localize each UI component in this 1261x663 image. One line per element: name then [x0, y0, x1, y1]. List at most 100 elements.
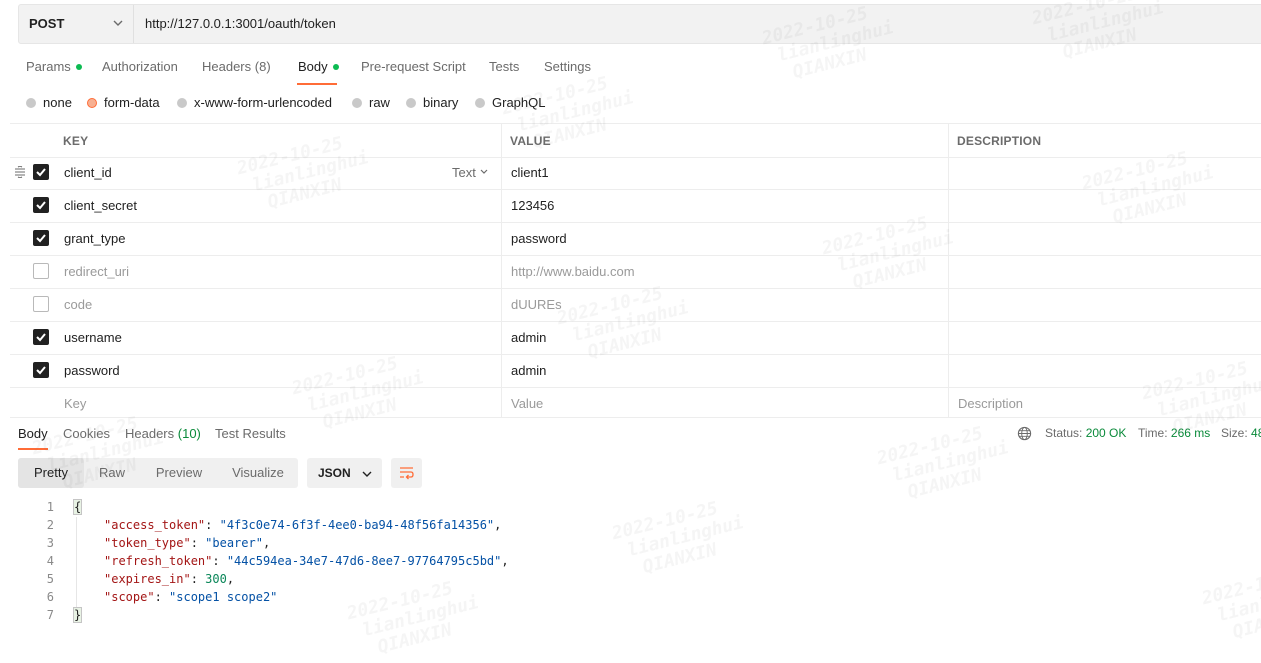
radio-circle-selected — [87, 98, 97, 108]
key-type-select[interactable]: Text — [452, 165, 489, 180]
response-tab-test-results[interactable]: Test Results — [215, 426, 286, 441]
response-status: Status: 200 OK — [1045, 426, 1126, 440]
row-checkbox[interactable] — [33, 197, 49, 213]
line-number: 1 — [46, 500, 54, 514]
table-row: client_secret 123456 — [10, 189, 1261, 223]
response-tab-body[interactable]: Body — [18, 426, 48, 441]
json-value: "4f3c0e74-6f3f-4ee0-ba94-48f56fa14356" — [219, 518, 495, 532]
params-indicator-dot — [75, 64, 82, 70]
response-tab-test-results-label: Test Results — [215, 426, 286, 441]
method-label: POST — [29, 16, 65, 31]
row-key[interactable]: username — [64, 330, 122, 345]
checkmark-icon — [36, 234, 46, 243]
row-checkbox[interactable] — [33, 362, 49, 378]
table-header-row: KEY VALUE DESCRIPTION — [10, 123, 1261, 158]
view-visualize-button[interactable]: Visualize — [218, 458, 298, 488]
row-checkbox[interactable] — [33, 230, 49, 246]
json-key: "scope" — [104, 590, 155, 604]
checkmark-icon — [36, 333, 46, 342]
json-comma: , — [262, 536, 271, 550]
active-tab-underline — [297, 83, 337, 85]
row-key[interactable]: grant_type — [64, 231, 125, 246]
tab-body[interactable]: Body — [298, 59, 339, 74]
tab-settings[interactable]: Settings — [544, 59, 591, 74]
radio-raw-label: raw — [369, 95, 390, 110]
table-row: redirect_uri http://www.baidu.com — [10, 255, 1261, 289]
wrap-lines-button[interactable] — [391, 458, 422, 488]
view-pretty-button[interactable]: Pretty — [18, 458, 84, 488]
json-value: "44c594ea-34e7-47d6-8ee7-97764795c5bd" — [226, 554, 502, 568]
tab-authorization[interactable]: Authorization — [102, 59, 178, 74]
size-label: Size: — [1221, 426, 1248, 440]
row-key[interactable]: redirect_uri — [64, 264, 129, 279]
code-line: } — [72, 607, 83, 623]
table-row: username admin — [10, 321, 1261, 355]
json-value: 300 — [205, 572, 227, 586]
open-brace: { — [72, 499, 83, 515]
checkmark-icon — [36, 168, 46, 177]
json-comma: , — [226, 572, 235, 586]
response-tab-headers[interactable]: Headers (10) — [125, 426, 201, 441]
row-key[interactable]: code — [64, 297, 92, 312]
row-value[interactable]: admin — [511, 330, 546, 345]
time-label: Time: — [1138, 426, 1168, 440]
indent-guide — [76, 517, 77, 607]
row-value[interactable]: client1 — [511, 165, 549, 180]
globe-icon[interactable] — [1017, 426, 1032, 441]
watermark-text: 2022-10-25 lianlinghui QIANXIN — [609, 497, 746, 584]
method-select[interactable]: POST — [19, 5, 134, 43]
body-indicator-dot — [332, 64, 339, 70]
radio-circle — [406, 98, 416, 108]
chevron-down-icon — [113, 20, 123, 26]
size-value: 48 — [1251, 426, 1261, 440]
row-checkbox[interactable] — [33, 296, 49, 312]
response-tab-cookies[interactable]: Cookies — [63, 426, 110, 441]
column-header-description: DESCRIPTION — [957, 134, 1042, 148]
row-key[interactable]: client_id — [64, 165, 112, 180]
column-header-value: VALUE — [510, 134, 551, 148]
row-value[interactable]: password — [511, 231, 567, 246]
row-checkbox[interactable] — [33, 164, 49, 180]
radio-form-data[interactable]: form-data — [87, 95, 160, 110]
row-key[interactable]: client_secret — [64, 198, 137, 213]
row-checkbox[interactable] — [33, 329, 49, 345]
view-raw-button[interactable]: Raw — [84, 458, 140, 488]
new-description-input[interactable]: Description — [958, 396, 1023, 411]
json-comma: , — [501, 554, 509, 568]
row-value[interactable]: admin — [511, 363, 546, 378]
tab-pre-request-script[interactable]: Pre-request Script — [361, 59, 466, 74]
json-value: "scope1 scope2" — [169, 590, 278, 604]
new-key-input[interactable]: Key — [64, 396, 86, 411]
row-key[interactable]: password — [64, 363, 120, 378]
code-line: { — [72, 499, 83, 515]
row-value[interactable]: http://www.baidu.com — [511, 264, 635, 279]
watermark-text: 2022-10-25 lianlinghui QIANXIN — [344, 577, 481, 663]
radio-binary[interactable]: binary — [406, 95, 458, 110]
radio-raw[interactable]: raw — [352, 95, 390, 110]
radio-graphql-label: GraphQL — [492, 95, 546, 110]
radio-none[interactable]: none — [26, 95, 72, 110]
drag-handle-icon[interactable] — [14, 166, 26, 178]
new-param-row: Key Value Description — [10, 387, 1261, 418]
tab-tests[interactable]: Tests — [489, 59, 519, 74]
new-value-input[interactable]: Value — [511, 396, 543, 411]
wrap-lines-icon — [400, 467, 414, 480]
table-row: grant_type password — [10, 222, 1261, 256]
tab-params[interactable]: Params — [26, 59, 82, 74]
close-brace: } — [72, 607, 83, 623]
radio-urlencoded-label: x-www-form-urlencoded — [194, 95, 332, 110]
view-preview-button[interactable]: Preview — [140, 458, 218, 488]
radio-x-www-form-urlencoded[interactable]: x-www-form-urlencoded — [177, 95, 332, 110]
row-value[interactable]: 123456 — [511, 198, 554, 213]
row-value[interactable]: dUUREs — [511, 297, 562, 312]
code-line: "scope": "scope1 scope2" — [104, 590, 278, 604]
json-key: "access_token" — [104, 518, 206, 532]
radio-circle — [475, 98, 485, 108]
format-select[interactable]: JSON — [307, 458, 382, 488]
tab-headers-label: Headers — [202, 59, 252, 74]
url-input[interactable]: http://127.0.0.1:3001/oauth/token — [145, 16, 336, 31]
tab-headers[interactable]: Headers (8) — [202, 59, 271, 74]
tab-headers-count: (8) — [254, 59, 271, 74]
row-checkbox[interactable] — [33, 263, 49, 279]
radio-graphql[interactable]: GraphQL — [475, 95, 545, 110]
